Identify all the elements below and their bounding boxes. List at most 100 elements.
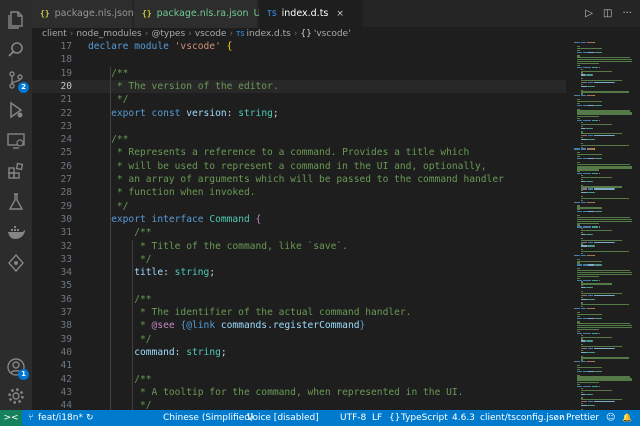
breadcrumb-item[interactable]: @types <box>151 29 185 39</box>
notifications-bell-icon[interactable]: 🔔 <box>622 410 632 426</box>
vertical-scrollbar[interactable] <box>634 40 640 410</box>
search-icon[interactable] <box>6 40 26 60</box>
code-line[interactable]: 36 /** <box>32 293 566 306</box>
code-line[interactable]: 24 /** <box>32 133 566 146</box>
code-line[interactable]: 37 * The identifier of the actual comman… <box>32 306 566 319</box>
line-number: 20 <box>60 80 72 92</box>
code-line[interactable]: 39 */ <box>32 333 566 346</box>
close-icon[interactable]: × <box>336 9 344 19</box>
sync-icon[interactable]: ↻ <box>86 410 94 426</box>
breadcrumb-item[interactable]: client <box>42 29 67 39</box>
run-debug-icon[interactable] <box>6 100 26 120</box>
minimap-line <box>613 241 615 243</box>
locale-indicator[interactable]: Chinese (Simplified) <box>163 410 253 426</box>
code-line[interactable]: 21 */ <box>32 93 566 106</box>
git-branch[interactable]: feat/i18n* <box>38 410 83 426</box>
minimap-line <box>580 70 613 72</box>
breadcrumb-item[interactable]: vscode <box>195 29 227 39</box>
minimap-line <box>583 135 587 137</box>
code-line[interactable]: 28 * function when invoked. <box>32 186 566 199</box>
minimap-line <box>577 328 599 331</box>
testing-icon[interactable] <box>6 192 26 212</box>
code-line[interactable]: 33 */ <box>32 253 566 266</box>
minimap[interactable] <box>572 40 634 414</box>
code-line[interactable]: 30 export interface Command { <box>32 213 566 226</box>
code-line[interactable]: 19 /** <box>32 67 566 80</box>
gitlens-icon[interactable] <box>6 253 26 273</box>
code-line[interactable]: 23 <box>32 120 566 133</box>
code-line[interactable]: 31 /** <box>32 226 566 239</box>
account-icon[interactable]: 1 <box>6 357 29 380</box>
remote-indicator-icon[interactable]: >< <box>0 410 22 426</box>
tab-package-nls-ra-json[interactable]: {} package.nls.ra.json U <box>134 0 261 28</box>
breadcrumb-item[interactable]: node_modules <box>76 29 141 39</box>
code-editor[interactable]: 44 */43 * A tooltip for the command, whe… <box>32 40 566 410</box>
minimap-line <box>574 42 580 44</box>
minimap-line <box>591 340 593 342</box>
code-line[interactable]: 29 */ <box>32 200 566 213</box>
minimap-line <box>577 275 599 277</box>
minimap-line <box>574 308 580 310</box>
minimap-line <box>574 254 580 257</box>
minimap-line <box>586 95 594 97</box>
code-line[interactable]: 40 command: string; <box>32 346 566 359</box>
minimap-line <box>580 283 613 285</box>
minimap-line <box>583 226 591 228</box>
code-line[interactable]: 42 /** <box>32 373 566 386</box>
module-symbol-icon: {} <box>300 29 312 39</box>
extensions-icon[interactable] <box>6 161 26 181</box>
encoding[interactable]: UTF-8 <box>340 410 366 426</box>
split-editor-icon[interactable]: ◫ <box>603 8 612 19</box>
code-line[interactable]: 18 <box>32 53 566 66</box>
docker-icon[interactable] <box>6 222 26 242</box>
more-actions-icon[interactable]: ··· <box>622 8 632 19</box>
code-line[interactable]: 22 export const version: string; <box>32 107 566 120</box>
tab-index-d-ts[interactable]: TS index.d.ts × <box>259 0 363 28</box>
code-line[interactable]: 35 <box>32 279 566 292</box>
code-token: : <box>174 346 187 358</box>
code-line[interactable]: 26 * will be used to represent a command… <box>32 160 566 173</box>
code-line[interactable]: 38 * @see {@link commands.registerComman… <box>32 319 566 332</box>
minimap-line <box>591 127 593 129</box>
line-number: 42 <box>60 373 72 385</box>
code-line[interactable]: 41 <box>32 359 566 372</box>
minimap-line <box>591 226 598 228</box>
minimap-line <box>593 347 614 350</box>
source-control-icon[interactable]: 2 <box>6 70 29 93</box>
code-line[interactable]: 43 * A tooltip for the command, when rep… <box>32 386 566 399</box>
run-icon[interactable]: ▷ <box>585 8 593 19</box>
minimap-line <box>577 366 603 369</box>
code-token: * The identifier of the actual command h… <box>134 307 412 318</box>
code-line[interactable]: 34 title: string; <box>32 266 566 279</box>
code-line[interactable]: 32 * Title of the command, like `save`. <box>32 240 566 253</box>
code-line[interactable]: 17 declare module 'vscode' { <box>32 40 566 53</box>
code-text: /** <box>88 293 151 306</box>
end-of-line[interactable]: LF <box>372 410 382 426</box>
code-text: * Title of the command, like `save`. <box>88 240 348 253</box>
code-line[interactable]: 27 * an array of arguments which will be… <box>32 173 566 186</box>
typescript-file-icon: TS <box>267 9 277 18</box>
typescript-version[interactable]: 4.6.3 <box>452 410 475 426</box>
breadcrumb-symbol[interactable]: 'vscode' <box>314 29 351 39</box>
minimap-line <box>580 361 586 363</box>
tab-bar: {} package.nls.json {} package.nls.ra.json… <box>32 0 640 28</box>
minimap-line <box>593 85 595 87</box>
feedback-icon[interactable]: ☺ <box>606 410 615 426</box>
tab-package-nls-json[interactable]: {} package.nls.json <box>32 0 134 28</box>
minimap-line <box>580 197 630 200</box>
files-icon[interactable] <box>6 10 26 30</box>
remote-explorer-icon[interactable] <box>6 131 26 151</box>
code-line[interactable]: 20 * The version of the editor. <box>32 79 566 94</box>
code-token: /** <box>111 67 129 79</box>
voice-status[interactable]: Voice [disabled] <box>247 410 319 426</box>
settings-gear-icon[interactable] <box>6 386 26 406</box>
minimap-line <box>577 62 599 65</box>
code-line[interactable]: 44 */ <box>32 399 566 410</box>
prettier-status[interactable]: Prettier <box>566 410 599 426</box>
breadcrumb-file[interactable]: index.d.ts <box>247 29 291 39</box>
code-line[interactable]: 25 * Represents a reference to a command… <box>32 146 566 159</box>
language-mode[interactable]: TypeScript <box>401 410 448 426</box>
minimap-line <box>583 370 588 372</box>
